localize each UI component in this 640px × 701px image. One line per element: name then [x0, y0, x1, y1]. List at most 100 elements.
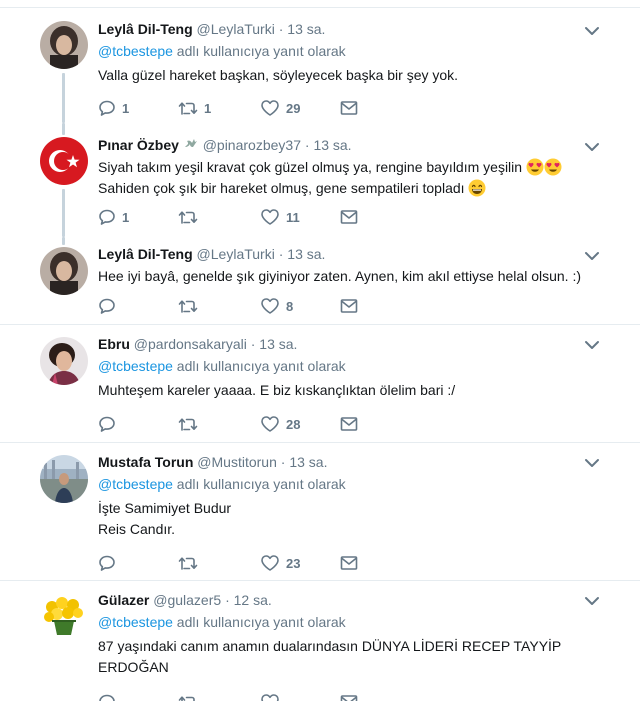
retweet-button[interactable] [178, 553, 204, 573]
avatar[interactable] [40, 593, 88, 641]
tweet[interactable]: Mustafa Torun @Mustitorun · 13 sa. @tcbe… [0, 444, 640, 581]
like-button[interactable]: 8 [260, 296, 293, 316]
envelope-icon [340, 417, 358, 431]
heart-icon [261, 209, 279, 225]
like-button[interactable]: 23 [260, 553, 300, 573]
chevron-down-icon[interactable] [584, 337, 600, 353]
tweet-text: Siyah takım yeşil kravat çok güzel olmuş… [98, 157, 600, 199]
reply-context-text: adlı kullanıcıya yanıt olarak [172, 358, 346, 374]
mention-link[interactable]: @tcbestepe [98, 358, 173, 374]
heart-icon [261, 555, 279, 571]
like-count: 28 [286, 416, 301, 432]
heart-eyes-emoji-icon [544, 158, 562, 176]
user-handle[interactable]: @Mustitorun [197, 454, 277, 470]
tweet-line: Siyah takım yeşil kravat çok güzel olmuş… [98, 159, 523, 175]
tweet-header: Ebru @pardonsakaryali · 13 sa. [98, 334, 600, 354]
direct-message-button[interactable] [340, 692, 358, 701]
tweet-header: Leylâ Dil-Teng @LeylaTurki · 13 sa. [98, 19, 600, 39]
chevron-down-icon[interactable] [584, 248, 600, 264]
avatar[interactable] [40, 137, 88, 185]
retweet-button[interactable]: 1 [178, 98, 211, 118]
timeline-top-border [0, 0, 640, 8]
tweet-text: Muhteşem kareler yaaaa. E biz kıskançlık… [98, 380, 600, 401]
chevron-down-icon[interactable] [584, 455, 600, 471]
user-name[interactable]: Leylâ Dil-Teng [98, 21, 193, 37]
user-name[interactable]: Pınar Özbey [98, 137, 179, 153]
tweet[interactable]: Leylâ Dil-Teng @LeylaTurki · 13 sa. @tcb… [0, 9, 640, 123]
tweet-text: İşte Samimiyet Budur Reis Candır. [98, 498, 600, 540]
mention-link[interactable]: @tcbestepe [98, 43, 173, 59]
separator-dot: · [250, 336, 256, 352]
timestamp[interactable]: 13 sa. [313, 137, 351, 153]
reply-button[interactable] [98, 553, 122, 573]
mention-link[interactable]: @tcbestepe [98, 476, 173, 492]
user-handle[interactable]: @LeylaTurki [197, 21, 275, 37]
timestamp[interactable]: 13 sa. [287, 21, 325, 37]
like-button[interactable]: 29 [260, 98, 300, 118]
separator-dot: · [278, 246, 284, 262]
envelope-icon [340, 101, 358, 115]
envelope-icon [340, 299, 358, 313]
chevron-down-icon[interactable] [584, 139, 600, 155]
timestamp[interactable]: 13 sa. [289, 454, 327, 470]
user-handle[interactable]: @LeylaTurki [197, 246, 275, 262]
retweet-button[interactable] [178, 414, 204, 434]
tweet-text: Valla güzel hareket başkan, söyleyecek b… [98, 65, 600, 86]
user-handle[interactable]: @gulazer5 [153, 592, 221, 608]
timestamp[interactable]: 12 sa. [234, 592, 272, 608]
reply-context: @tcbestepe adlı kullanıcıya yanıt olarak [98, 41, 600, 61]
retweet-button[interactable] [178, 692, 204, 701]
reply-button[interactable]: 1 [98, 207, 129, 227]
heart-icon [261, 694, 279, 701]
direct-message-button[interactable] [340, 553, 358, 573]
user-name[interactable]: Gülazer [98, 592, 149, 608]
timestamp[interactable]: 13 sa. [287, 246, 325, 262]
like-count: 29 [286, 100, 301, 116]
tweet-line: ERDOĞAN [98, 659, 169, 675]
tweet[interactable]: Pınar Özbey @pinarozbey37 · 13 sa. Siyah… [0, 123, 640, 237]
reply-button[interactable] [98, 296, 122, 316]
user-name[interactable]: Leylâ Dil-Teng [98, 246, 193, 262]
tweet-text: 87 yaşındaki canım anamın dualarındasın … [98, 636, 600, 678]
tweet[interactable]: Gülazer @gulazer5 · 12 sa. @tcbestepe ad… [0, 582, 640, 701]
retweet-button[interactable] [178, 207, 204, 227]
mention-link[interactable]: @tcbestepe [98, 614, 173, 630]
reply-button[interactable] [98, 692, 122, 701]
tweet[interactable]: Ebru @pardonsakaryali · 13 sa. @tcbestep… [0, 326, 640, 443]
heart-icon [261, 100, 279, 116]
like-count: 8 [286, 298, 294, 314]
like-button[interactable] [260, 692, 286, 701]
like-button[interactable]: 28 [260, 414, 300, 434]
direct-message-button[interactable] [340, 207, 358, 227]
user-handle[interactable]: @pardonsakaryali [134, 336, 247, 352]
user-handle[interactable]: @pinarozbey37 [203, 137, 301, 153]
chevron-down-icon[interactable] [584, 593, 600, 609]
tweet[interactable]: Leylâ Dil-Teng @LeylaTurki · 13 sa. Hee … [0, 237, 640, 325]
avatar[interactable] [40, 247, 88, 295]
retweet-icon [178, 418, 198, 431]
separator-dot: · [304, 137, 310, 153]
reply-icon [99, 100, 115, 116]
user-name[interactable]: Mustafa Torun [98, 454, 193, 470]
user-name[interactable]: Ebru [98, 336, 130, 352]
envelope-icon [340, 695, 358, 701]
grinning-emoji-icon [468, 179, 486, 197]
direct-message-button[interactable] [340, 296, 358, 316]
timestamp[interactable]: 13 sa. [259, 336, 297, 352]
direct-message-button[interactable] [340, 414, 358, 434]
reply-context-text: adlı kullanıcıya yanıt olarak [172, 476, 346, 492]
tweet-text: Hee iyi bayâ, genelde şık giyiniyor zate… [98, 266, 600, 287]
like-button[interactable]: 11 [260, 207, 300, 227]
reply-context: @tcbestepe adlı kullanıcıya yanıt olarak [98, 612, 600, 632]
reply-button[interactable] [98, 414, 122, 434]
direct-message-button[interactable] [340, 98, 358, 118]
reply-icon [99, 555, 115, 571]
avatar[interactable] [40, 21, 88, 69]
chevron-down-icon[interactable] [584, 23, 600, 39]
reply-button[interactable]: 1 [98, 98, 129, 118]
retweet-button[interactable] [178, 296, 204, 316]
avatar[interactable] [40, 337, 88, 385]
avatar[interactable] [40, 455, 88, 503]
heart-icon [261, 298, 279, 314]
reply-icon [99, 209, 115, 225]
